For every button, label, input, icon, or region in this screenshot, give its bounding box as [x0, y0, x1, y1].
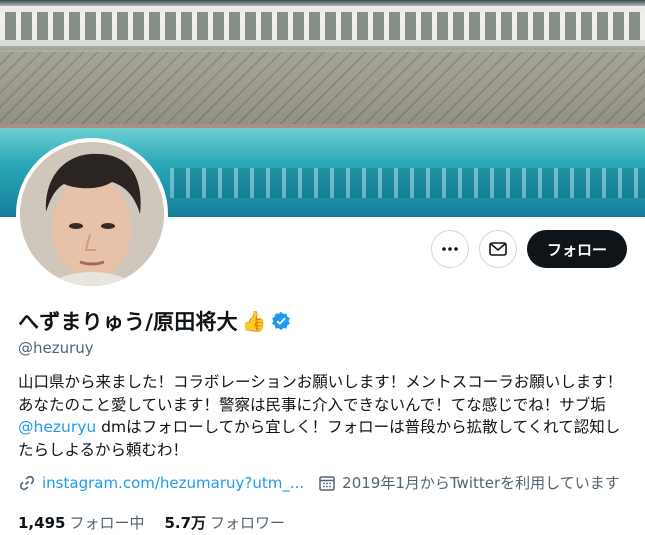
more-button[interactable]	[430, 230, 469, 268]
avatar-photo	[20, 142, 164, 286]
bio-text-continued: dmはフォローしてから宜しく！フォローは普段から拡散してくれて認知したらしよるか…	[18, 418, 621, 459]
followers-label: フォロワー	[210, 514, 286, 532]
verified-badge-icon[interactable]	[271, 311, 291, 331]
following-label: フォロー中	[69, 514, 145, 532]
followers-link[interactable]: 5.7万 フォロワー	[164, 512, 285, 533]
display-name: へずまりゅう/原田将大	[18, 310, 238, 334]
link-icon	[19, 475, 35, 490]
more-horizontal-icon	[442, 247, 458, 251]
following-link[interactable]: 1,495 フォロー中	[18, 512, 144, 533]
following-count: 1,495	[18, 514, 66, 532]
follow-stats: 1,495 フォロー中 5.7万 フォロワー	[18, 512, 285, 533]
profile-handle: @hezuruy	[18, 339, 94, 357]
profile-website-link[interactable]: instagram.com/hezumaruy?utm_...	[42, 474, 304, 492]
follow-button[interactable]: フォロー	[526, 230, 627, 268]
calendar-icon	[319, 475, 335, 491]
thumbs-up-icon: 👍	[241, 309, 267, 333]
profile-meta: instagram.com/hezumaruy?utm_... 2019年1月か…	[18, 472, 620, 493]
banner-reflection	[170, 168, 645, 198]
followers-count: 5.7万	[164, 514, 207, 532]
bio-text: 山口県から来ました！コラボレーションお願いします！メントスコーラお願いします！あ…	[18, 373, 623, 414]
mail-icon	[489, 242, 507, 256]
display-name-row: へずまりゅう/原田将大 👍	[18, 306, 291, 336]
message-button[interactable]	[478, 230, 517, 268]
profile-actions: フォロー	[430, 230, 627, 268]
banner-wall	[0, 52, 645, 124]
avatar[interactable]	[16, 138, 168, 290]
joined-text: 2019年1月からTwitterを利用しています	[342, 474, 620, 492]
profile-bio: 山口県から来ました！コラボレーションお願いします！メントスコーラお願いします！あ…	[18, 371, 630, 461]
bio-mention-link[interactable]: @hezuryu	[18, 418, 96, 436]
joined-date: 2019年1月からTwitterを利用しています	[318, 472, 620, 493]
